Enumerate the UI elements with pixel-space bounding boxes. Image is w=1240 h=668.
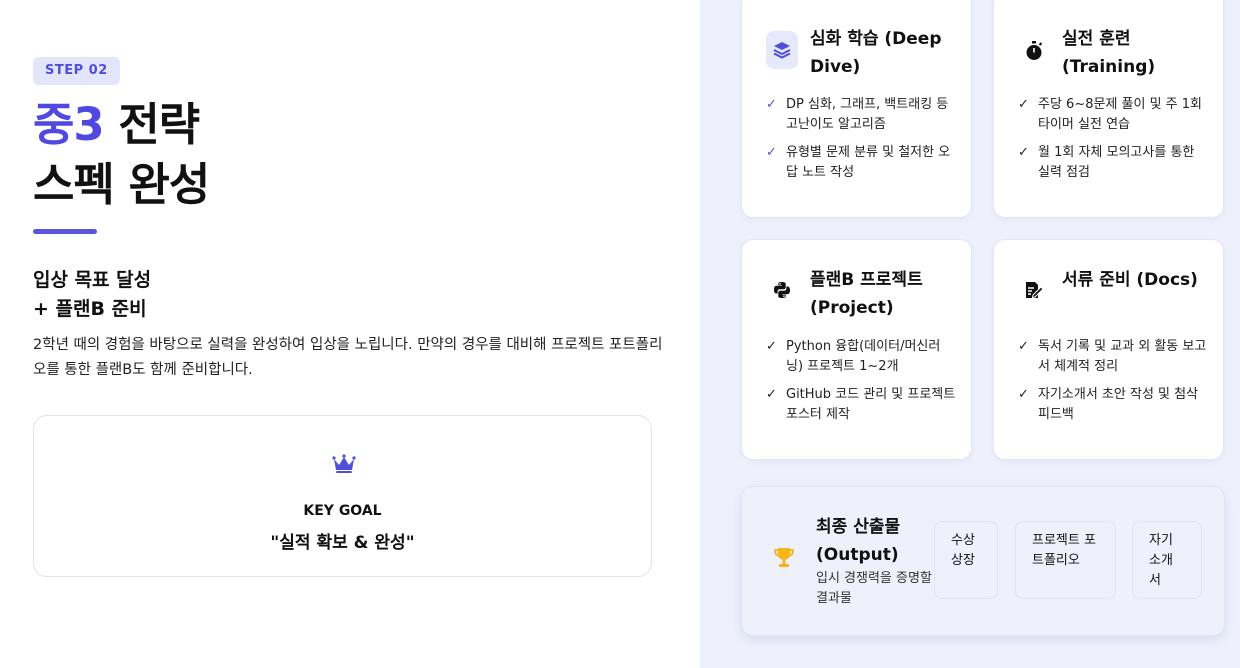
- list-item: ✓ DP 심화, 그래프, 백트래킹 등 고난이도 알고리즘: [766, 95, 956, 135]
- list-item: ✓ 월 1회 자체 모의고사를 통한 실력 점검: [1018, 143, 1208, 183]
- page-title-line1: 전략: [103, 98, 200, 151]
- card-list: ✓ 독서 기록 및 교과 외 활동 보고서 체계적 정리 ✓ 자기소개서 초안 작성…: [1018, 337, 1208, 433]
- list-item: ✓ GitHub 코드 관리 및 프로젝트 포스터 제작: [766, 385, 956, 425]
- step-badge: STEP 02: [33, 57, 120, 85]
- list-item: ✓ 자기소개서 초안 작성 및 첨삭 피드백: [1018, 385, 1208, 425]
- list-item: ✓ 독서 기록 및 교과 외 활동 보고서 체계적 정리: [1018, 337, 1208, 377]
- check-icon: ✓: [1018, 387, 1029, 402]
- left-panel: STEP 02 중3 전략 스펙 완성 입상 목표 달성 + 플랜B 준비 2학…: [0, 0, 700, 668]
- trophy-icon: [770, 543, 798, 571]
- key-goal-box: KEY GOAL "실적 확보 & 완성": [33, 415, 652, 577]
- card-title: 심화 학습 (Deep Dive): [810, 29, 942, 77]
- card-project: 플랜B 프로젝트 (Project) ✓ Python 융합(데이터/머신러닝) …: [741, 239, 972, 460]
- title-underline: [33, 229, 97, 234]
- check-icon: ✓: [1018, 97, 1029, 112]
- card-title: 실전 훈련 (Training): [1062, 29, 1156, 77]
- check-icon: ✓: [766, 339, 777, 354]
- page-title-accent: 중3: [33, 98, 105, 151]
- subheading-line2: + 플랜B 준비: [33, 298, 147, 320]
- output-subtitle: 입시 경쟁력을 증명할 결과물: [816, 571, 932, 606]
- output-title: 최종 산출물 (Output): [816, 517, 901, 565]
- output-chip-statement: 자기소개서: [1132, 521, 1202, 599]
- stopwatch-icon: [1018, 31, 1050, 71]
- check-icon: ✓: [1018, 145, 1029, 160]
- page-title-line2: 스펙 완성: [33, 158, 210, 211]
- card-title: 플랜B 프로젝트 (Project): [810, 270, 923, 318]
- check-icon: ✓: [1018, 339, 1029, 354]
- card-list: ✓ DP 심화, 그래프, 백트래킹 등 고난이도 알고리즘 ✓ 유형별 문제 분류…: [766, 95, 956, 191]
- check-icon: ✓: [766, 97, 777, 112]
- description: 2학년 때의 경험을 바탕으로 실력을 완성하여 입상을 노립니다. 만약의 경…: [33, 337, 663, 378]
- output-panel: 최종 산출물 (Output) 입시 경쟁력을 증명할 결과물 수상 상장 프로…: [741, 486, 1225, 636]
- list-item: ✓ 주당 6~8문제 풀이 및 주 1회 타이머 실전 연습: [1018, 95, 1208, 135]
- key-goal-value: "실적 확보 & 완성": [270, 533, 415, 553]
- list-item: ✓ Python 융합(데이터/머신러닝) 프로젝트 1~2개: [766, 337, 956, 377]
- document-edit-icon: [1018, 270, 1050, 310]
- card-training: 실전 훈련 (Training) ✓ 주당 6~8문제 풀이 및 주 1회 타이머…: [993, 0, 1224, 218]
- list-item: ✓ 유형별 문제 분류 및 철저한 오답 노트 작성: [766, 143, 956, 183]
- card-docs: 서류 준비 (Docs) ✓ 독서 기록 및 교과 외 활동 보고서 체계적 정리…: [993, 239, 1224, 460]
- layers-icon: [766, 31, 798, 69]
- card-deep-dive: 심화 학습 (Deep Dive) ✓ DP 심화, 그래프, 백트래킹 등 고난…: [741, 0, 972, 218]
- crown-icon: [326, 446, 362, 482]
- check-icon: ✓: [766, 145, 777, 160]
- subheading-line1: 입상 목표 달성: [33, 269, 152, 291]
- output-chip-award: 수상 상장: [934, 521, 998, 599]
- subheading: 입상 목표 달성 + 플랜B 준비: [33, 266, 151, 324]
- check-icon: ✓: [766, 387, 777, 402]
- key-goal-label: KEY GOAL: [303, 503, 382, 519]
- page-title: 중3 전략 스펙 완성: [33, 95, 210, 215]
- card-title: 서류 준비 (Docs): [1062, 270, 1198, 290]
- card-list: ✓ Python 융합(데이터/머신러닝) 프로젝트 1~2개 ✓ GitHub 코…: [766, 337, 956, 433]
- python-icon: [766, 270, 798, 310]
- output-chip-portfolio: 프로젝트 포트폴리오: [1015, 521, 1116, 599]
- card-list: ✓ 주당 6~8문제 풀이 및 주 1회 타이머 실전 연습 ✓ 월 1회 자체 모…: [1018, 95, 1208, 191]
